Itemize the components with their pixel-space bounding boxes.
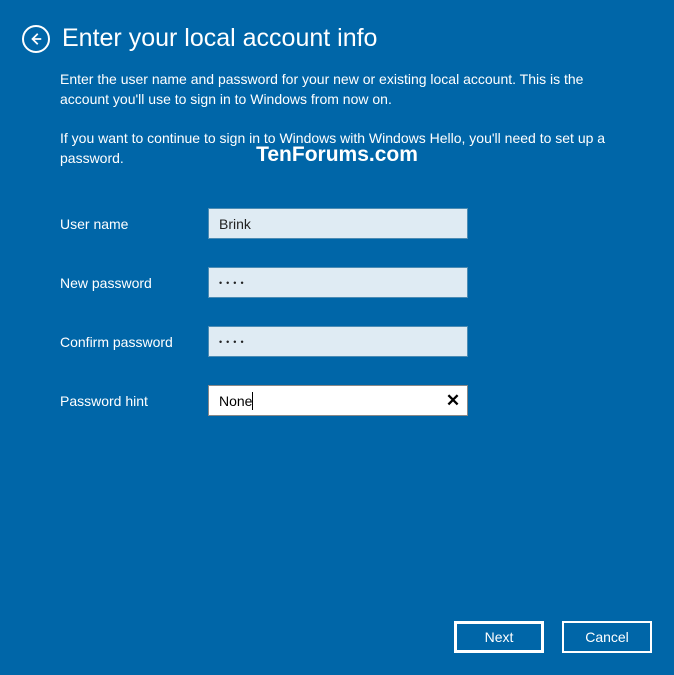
- arrow-left-icon: [29, 32, 43, 46]
- hint-label: Password hint: [60, 393, 208, 409]
- hint-value: None: [219, 393, 252, 409]
- text-caret: [252, 392, 253, 410]
- confirmpassword-label: Confirm password: [60, 334, 208, 350]
- cancel-button[interactable]: Cancel: [562, 621, 652, 653]
- next-button[interactable]: Next: [454, 621, 544, 653]
- confirmpassword-input[interactable]: ••••: [208, 326, 468, 357]
- newpassword-input[interactable]: ••••: [208, 267, 468, 298]
- hint-input[interactable]: None: [208, 385, 468, 416]
- description-1: Enter the user name and password for you…: [60, 69, 614, 110]
- close-icon: ✕: [446, 391, 460, 411]
- description-2: If you want to continue to sign in to Wi…: [60, 128, 614, 169]
- page-title: Enter your local account info: [62, 24, 377, 53]
- newpassword-label: New password: [60, 275, 208, 291]
- username-input[interactable]: [208, 208, 468, 239]
- username-label: User name: [60, 216, 208, 232]
- clear-hint-button[interactable]: ✕: [438, 385, 468, 416]
- back-button[interactable]: [22, 25, 50, 53]
